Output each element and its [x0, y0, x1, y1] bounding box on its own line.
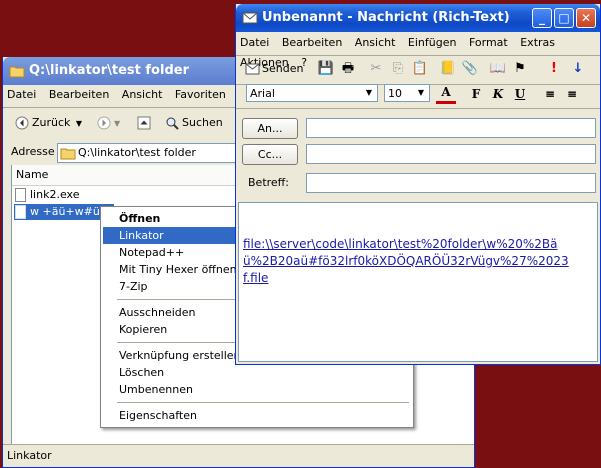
- file-icon: [15, 188, 26, 202]
- save-icon[interactable]: 💾: [316, 59, 336, 79]
- menu-datei[interactable]: Datei: [240, 33, 269, 53]
- menu-separator: [117, 402, 409, 403]
- address-label: Adresse: [11, 145, 55, 158]
- menu-einfuegen[interactable]: Einfügen: [408, 33, 457, 53]
- menu-extras[interactable]: Extras: [520, 33, 555, 53]
- send-icon: [245, 63, 260, 75]
- font-value: Arial: [250, 87, 275, 100]
- back-dropdown-icon[interactable]: ▼: [76, 119, 82, 128]
- send-button[interactable]: Senden: [244, 59, 310, 79]
- body-link[interactable]: file:\\server\code\linkator\test%20folde…: [243, 236, 575, 287]
- file-item[interactable]: link2.exe: [14, 187, 79, 203]
- font-size-select[interactable]: 10 ▼: [384, 84, 430, 102]
- close-button[interactable]: ✕: [576, 8, 596, 28]
- maximize-button[interactable]: □: [554, 8, 574, 28]
- up-button[interactable]: [133, 112, 158, 134]
- align-center-icon[interactable]: ≡: [562, 84, 582, 104]
- back-arrow-icon: [15, 116, 29, 130]
- folder-icon: [60, 148, 76, 160]
- menu-item-umbenennen[interactable]: Umbenennen: [103, 381, 411, 398]
- file-icon: [15, 205, 26, 219]
- italic-button[interactable]: K: [488, 84, 508, 104]
- back-button[interactable]: Zurück ▼: [11, 112, 86, 134]
- forward-button[interactable]: ▼: [93, 112, 124, 134]
- flag-icon[interactable]: ⚑: [510, 59, 530, 79]
- subject-label: Betreff:: [248, 176, 289, 189]
- to-label: An...: [257, 122, 283, 135]
- menu-ansicht[interactable]: Ansicht: [122, 85, 163, 105]
- file-name: w +äü+w#üöf: [30, 205, 111, 218]
- font-select[interactable]: Arial ▼: [246, 84, 378, 102]
- font-size-value: 10: [388, 87, 402, 100]
- menu-bearbeiten[interactable]: Bearbeiten: [49, 85, 109, 105]
- send-label: Senden: [262, 62, 304, 75]
- cc-button[interactable]: Cc...: [242, 144, 298, 165]
- message-title: Unbenannt - Nachricht (Rich-Text): [262, 10, 510, 25]
- menu-item-loeschen[interactable]: Löschen: [103, 364, 411, 381]
- up-arrow-icon: [137, 116, 151, 130]
- attach-icon[interactable]: 📎: [460, 59, 480, 79]
- menu-item-eigenschaften[interactable]: Eigenschaften: [103, 407, 411, 424]
- cc-label: Cc...: [257, 148, 283, 161]
- forward-arrow-icon: [97, 116, 111, 130]
- cc-input[interactable]: [306, 144, 596, 164]
- search-icon: [166, 117, 179, 130]
- minimize-button[interactable]: _: [532, 8, 552, 28]
- align-left-icon[interactable]: ≡: [540, 84, 560, 104]
- status-bar: Linkator: [3, 444, 474, 467]
- address-book-icon[interactable]: 📒: [438, 59, 458, 79]
- column-name-label: Name: [16, 168, 49, 181]
- importance-low-icon[interactable]: ↓: [568, 59, 588, 79]
- underline-button[interactable]: U: [510, 84, 530, 104]
- cut-icon[interactable]: ✂: [366, 59, 386, 79]
- message-menubar: Datei Bearbeiten Ansicht Einfügen Format…: [236, 33, 600, 69]
- font-color-icon[interactable]: A: [436, 84, 456, 104]
- paste-icon[interactable]: 📋: [410, 59, 430, 79]
- menu-ansicht[interactable]: Ansicht: [355, 33, 396, 53]
- status-text: Linkator: [7, 449, 52, 462]
- message-body[interactable]: file:\\server\code\linkator\test%20folde…: [238, 202, 598, 362]
- to-button[interactable]: An...: [242, 118, 298, 139]
- address-value: Q:\linkator\test folder: [78, 146, 196, 159]
- to-input[interactable]: [306, 118, 596, 138]
- search-label: Suchen: [182, 116, 223, 129]
- menu-favoriten[interactable]: Favoriten: [175, 85, 226, 105]
- back-label: Zurück: [32, 116, 71, 129]
- check-names-icon[interactable]: 📖: [488, 59, 508, 79]
- menu-datei[interactable]: Datei: [7, 85, 36, 105]
- menu-format[interactable]: Format: [469, 33, 508, 53]
- message-window: Unbenannt - Nachricht (Rich-Text) _ □ ✕ …: [235, 4, 601, 365]
- importance-high-icon[interactable]: !: [544, 59, 564, 79]
- file-name: link2.exe: [30, 188, 80, 201]
- menu-bearbeiten[interactable]: Bearbeiten: [282, 33, 342, 53]
- chevron-down-icon: ▼: [365, 88, 373, 97]
- print-icon[interactable]: 🖶: [338, 59, 358, 79]
- copy-icon[interactable]: ⎘: [388, 59, 408, 79]
- folder-icon: [9, 66, 25, 78]
- forward-dropdown-icon[interactable]: ▼: [114, 119, 120, 128]
- chevron-down-icon: ▼: [417, 88, 425, 97]
- subject-input[interactable]: [306, 173, 596, 193]
- mail-icon: [242, 12, 258, 24]
- message-titlebar[interactable]: Unbenannt - Nachricht (Rich-Text) _ □ ✕: [236, 4, 600, 32]
- bold-button[interactable]: F: [466, 84, 486, 104]
- standard-toolbar: Senden 💾 🖶 ✂ ⎘ 📋 📒 📎 📖 ⚑ ! ↓: [238, 56, 598, 82]
- search-button[interactable]: Suchen: [161, 112, 227, 134]
- explorer-title: Q:\linkator\test folder: [29, 63, 189, 78]
- header-separator: [236, 108, 600, 109]
